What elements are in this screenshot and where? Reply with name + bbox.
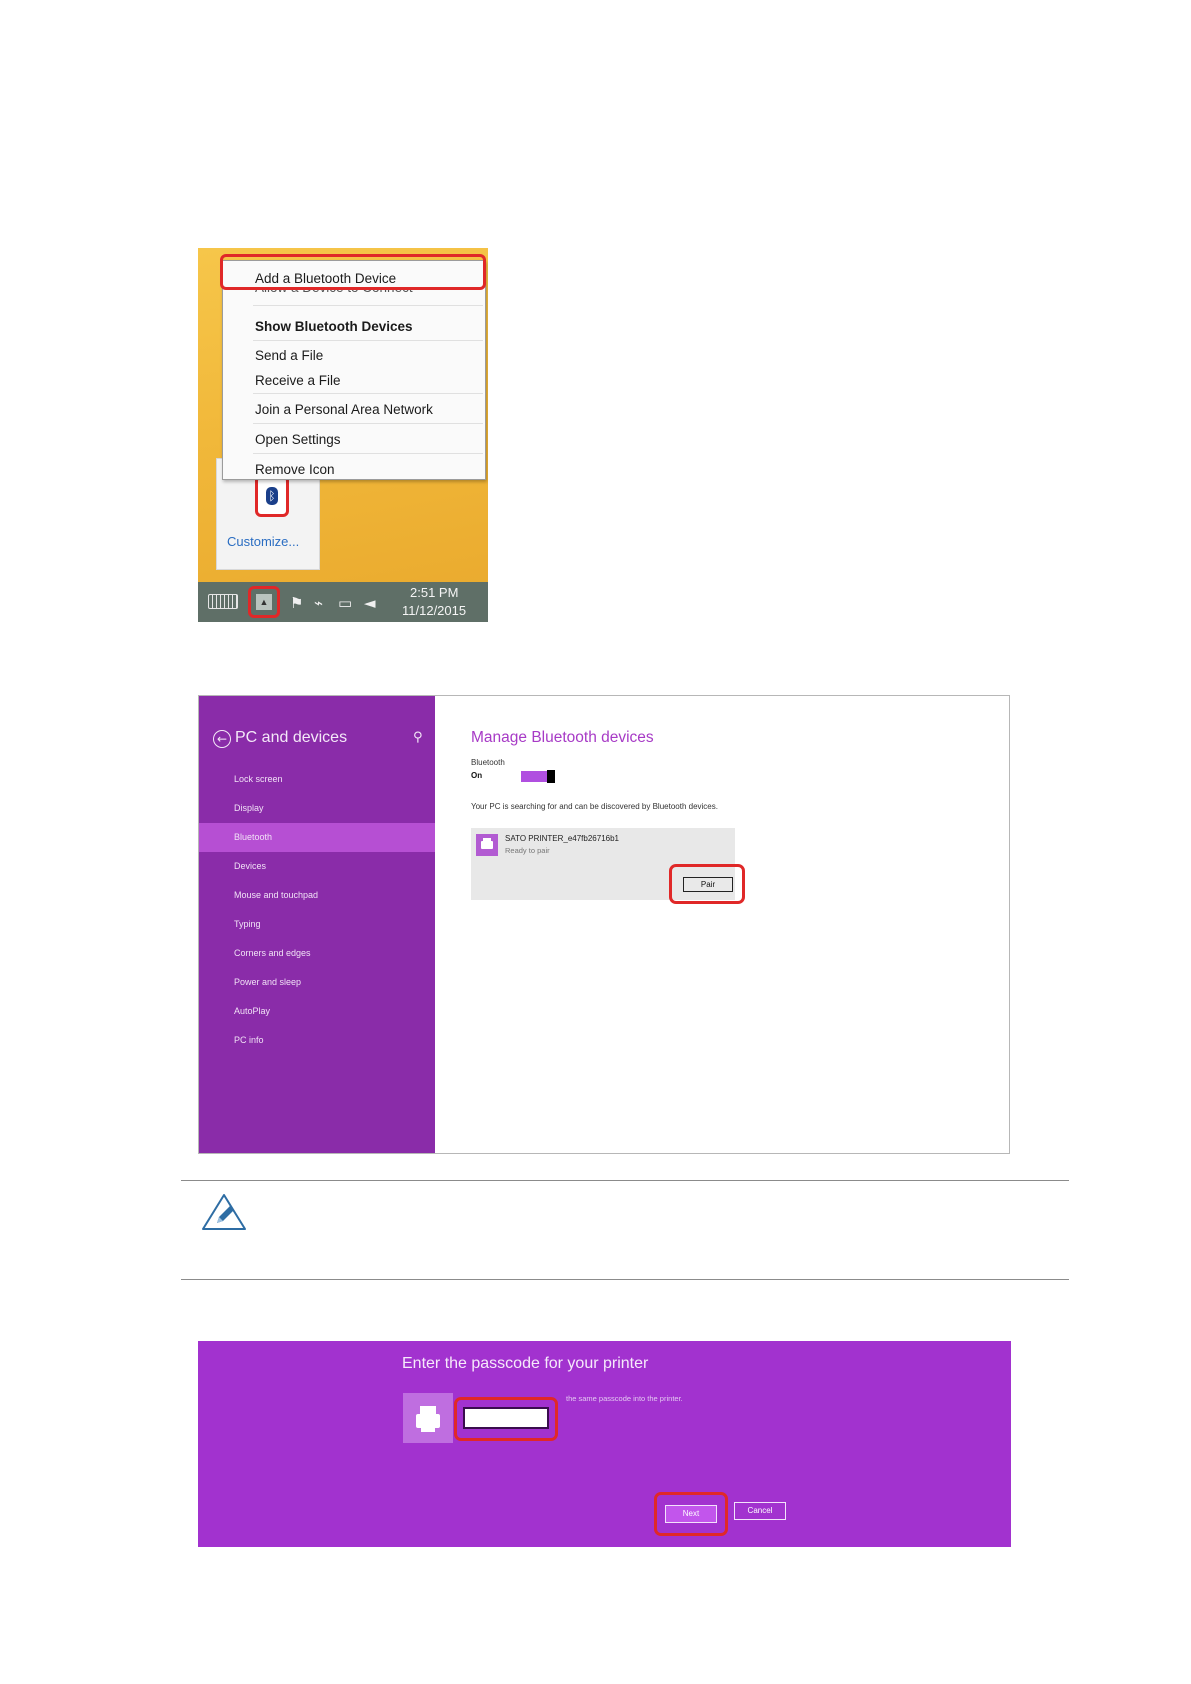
chevron-up-icon: ▲: [256, 594, 272, 610]
clock-date[interactable]: 11/12/2015: [402, 603, 466, 618]
volume-icon[interactable]: ◄: [364, 594, 376, 612]
highlight-add-bluetooth-device: [220, 254, 486, 290]
menu-item-join-personal-area-network[interactable]: Join a Personal Area Network: [255, 402, 433, 417]
menu-item-open-settings[interactable]: Open Settings: [255, 432, 341, 447]
menu-item-show-bluetooth-devices[interactable]: Show Bluetooth Devices: [255, 319, 413, 334]
sidebar-item-power-sleep[interactable]: Power and sleep: [199, 968, 435, 997]
device-list-item[interactable]: SATO PRINTER_e47fb26716b1 Ready to pair …: [471, 828, 745, 904]
menu-item-send-file[interactable]: Send a File: [255, 348, 323, 363]
passcode-dialog-screenshot: Enter the passcode for your printer the …: [198, 1341, 1011, 1547]
menu-item-receive-file[interactable]: Receive a File: [255, 373, 341, 388]
back-arrow-icon[interactable]: ←: [213, 730, 231, 748]
note-top-rule: [181, 1180, 1069, 1181]
cancel-button[interactable]: Cancel: [734, 1502, 786, 1520]
sidebar-title: PC and devices: [235, 729, 348, 746]
customize-link[interactable]: Customize...: [227, 534, 299, 549]
menu-separator: [253, 423, 483, 424]
tray-menu-screenshot: ᛒ Customize... Add a Bluetooth Device Al…: [198, 248, 488, 622]
sidebar-item-devices[interactable]: Devices: [199, 852, 435, 881]
sidebar-item-typing[interactable]: Typing: [199, 910, 435, 939]
device-status: Ready to pair: [505, 846, 550, 855]
sidebar-item-corners-edges[interactable]: Corners and edges: [199, 939, 435, 968]
bluetooth-label: Bluetooth: [471, 758, 505, 767]
sidebar-item-mouse-touchpad[interactable]: Mouse and touchpad: [199, 881, 435, 910]
sidebar-item-bluetooth[interactable]: Bluetooth: [199, 823, 435, 852]
menu-separator: [253, 305, 483, 306]
sidebar-item-autoplay[interactable]: AutoPlay: [199, 997, 435, 1026]
printer-icon: [403, 1393, 453, 1443]
menu-separator: [253, 453, 483, 454]
printer-icon: [476, 834, 498, 856]
next-button[interactable]: Next: [665, 1505, 717, 1523]
sidebar-item-display[interactable]: Display: [199, 794, 435, 823]
flag-icon[interactable]: ⚑: [290, 594, 303, 612]
sidebar-item-lock-screen[interactable]: Lock screen: [199, 765, 435, 794]
passcode-instruction: the same passcode into the printer.: [566, 1394, 683, 1403]
pair-button[interactable]: Pair: [683, 877, 733, 892]
passcode-input[interactable]: [463, 1407, 549, 1429]
network-icon[interactable]: ▭: [338, 594, 352, 612]
taskbar: ▲ ⚑ ⌁ ▭ ◄ 2:51 PM 11/12/2015: [198, 582, 488, 622]
menu-separator: [253, 340, 483, 341]
bluetooth-context-menu: Add a Bluetooth Device Allow a Device to…: [222, 260, 486, 480]
bluetooth-icon: ᛒ: [266, 487, 278, 505]
highlight-passcode-input: [454, 1397, 558, 1441]
device-name: SATO PRINTER_e47fb26716b1: [505, 834, 619, 843]
highlight-pair-button: Pair: [669, 864, 745, 904]
pc-settings-screenshot: ← PC and devices ⚲ Lock screen Display B…: [198, 695, 1010, 1154]
clock-time[interactable]: 2:51 PM: [410, 585, 458, 600]
settings-main-pane: Manage Bluetooth devices Bluetooth On Yo…: [435, 696, 1009, 1153]
settings-sidebar: ← PC and devices ⚲ Lock screen Display B…: [199, 696, 435, 1153]
touch-keyboard-icon[interactable]: [208, 594, 238, 609]
show-hidden-icons-button[interactable]: ▲: [248, 586, 280, 618]
bluetooth-tray-icon-button[interactable]: ᛒ: [255, 475, 289, 517]
sidebar-item-pc-info[interactable]: PC info: [199, 1026, 435, 1055]
pencil-icon: [200, 1192, 248, 1232]
search-message: Your PC is searching for and can be disc…: [471, 802, 718, 811]
note-bottom-rule: [181, 1279, 1069, 1280]
bluetooth-toggle[interactable]: [521, 770, 555, 783]
highlight-next-button: Next: [654, 1492, 728, 1536]
page-title: Manage Bluetooth devices: [471, 729, 654, 746]
power-plug-icon[interactable]: ⌁: [314, 594, 323, 612]
menu-separator: [253, 393, 483, 394]
dialog-title: Enter the passcode for your printer: [402, 1355, 649, 1372]
search-icon[interactable]: ⚲: [413, 730, 423, 745]
bluetooth-state: On: [471, 771, 483, 780]
menu-item-remove-icon[interactable]: Remove Icon: [255, 462, 335, 477]
